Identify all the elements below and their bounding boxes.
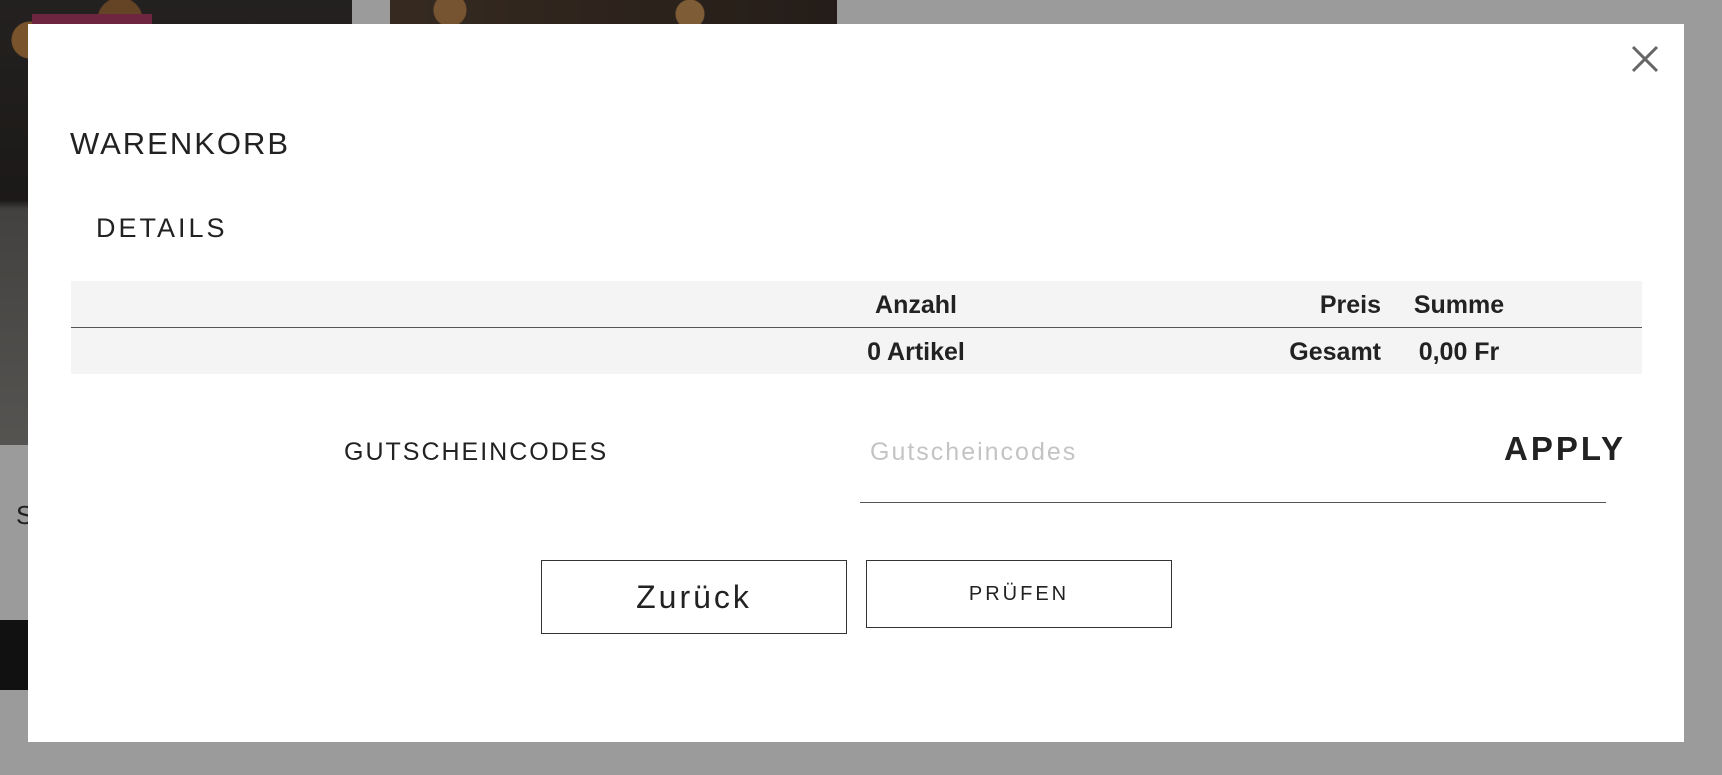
voucher-input[interactable] bbox=[860, 432, 1470, 472]
total-quantity: 0 Artikel bbox=[867, 338, 965, 366]
check-button[interactable]: PRÜFEN bbox=[866, 560, 1172, 628]
header-price: Preis bbox=[1319, 291, 1381, 319]
total-label: Gesamt bbox=[1289, 338, 1381, 366]
apply-button[interactable]: APPLY bbox=[1504, 430, 1626, 468]
header-quantity: Anzahl bbox=[875, 291, 957, 319]
voucher-label: GUTSCHEINCODES bbox=[344, 438, 609, 466]
back-button[interactable]: Zurück bbox=[541, 560, 847, 634]
cart-modal: WARENKORB DETAILS Anzahl Preis Summe 0 A… bbox=[28, 24, 1684, 742]
table-header-row: Anzahl Preis Summe bbox=[71, 281, 1642, 328]
modal-title: WARENKORB bbox=[70, 126, 291, 161]
total-sum: 0,00 Fr bbox=[1418, 338, 1500, 366]
table-total-row: 0 Artikel Gesamt 0,00 Fr bbox=[71, 328, 1642, 374]
cart-table: Anzahl Preis Summe 0 Artikel Gesamt 0,00… bbox=[71, 281, 1642, 374]
details-heading: DETAILS bbox=[96, 213, 228, 243]
header-sum: Summe bbox=[1413, 291, 1505, 319]
voucher-underline bbox=[860, 502, 1606, 503]
close-icon bbox=[1631, 45, 1659, 73]
close-button[interactable] bbox=[1628, 42, 1662, 76]
